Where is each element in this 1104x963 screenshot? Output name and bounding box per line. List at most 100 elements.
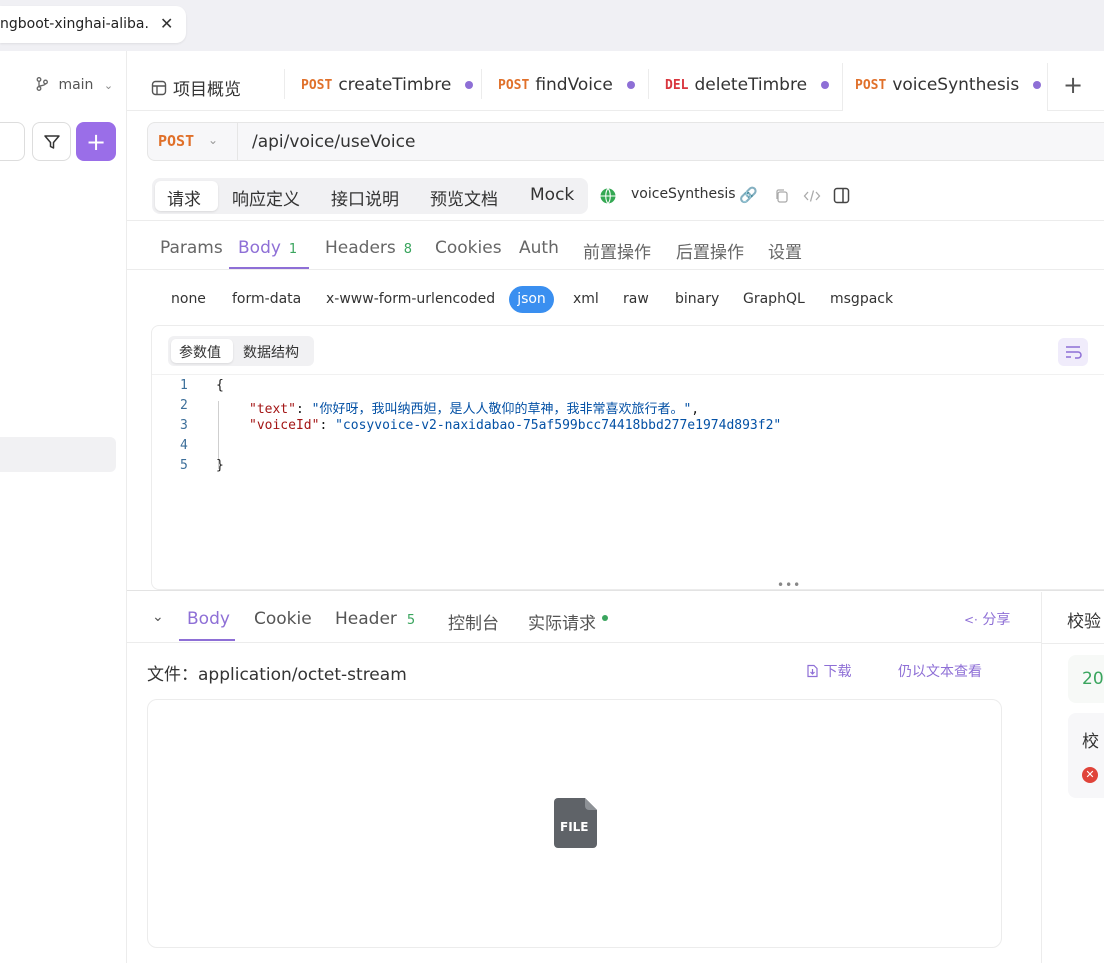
segment-mock[interactable]: Mock — [530, 185, 574, 205]
view-as-text-button[interactable]: 仍以文本查看 — [898, 661, 982, 681]
body-type-graphql[interactable]: GraphQL — [743, 291, 805, 307]
tab-createTimbre[interactable]: POST createTimbre — [301, 75, 473, 95]
code-line[interactable]: } — [216, 458, 224, 473]
branch-name: main — [58, 77, 93, 93]
divider — [1042, 643, 1104, 644]
file-preview: FILE — [147, 699, 1002, 948]
close-icon[interactable]: ✕ — [160, 14, 173, 33]
segment-request[interactable]: 请求 — [167, 185, 201, 210]
validation-subtitle: 校 — [1082, 727, 1099, 752]
body-type-none[interactable]: none — [171, 291, 206, 307]
line-number: 3 — [180, 418, 188, 433]
mode-param-values[interactable]: 参数值 — [179, 342, 221, 362]
sidebar-search-input[interactable] — [0, 122, 25, 161]
body-type-binary[interactable]: binary — [675, 291, 719, 307]
url-bar: POST ⌄ /api/voice/useVoice — [147, 122, 1104, 161]
body-type-form-data[interactable]: form-data — [232, 291, 301, 307]
validation-divider — [1041, 592, 1042, 963]
plus-icon: + — [86, 130, 106, 154]
copy-icon[interactable] — [774, 188, 790, 204]
browser-tab-strip: ngboot-xinghai-aliba... ✕ — [0, 0, 1104, 51]
body-type-msgpack[interactable]: msgpack — [830, 291, 893, 307]
validation-title: 校验 — [1067, 607, 1101, 632]
response-tab-cookie[interactable]: Cookie — [254, 609, 312, 629]
filter-button[interactable] — [32, 122, 71, 161]
sidebar-toggle-icon[interactable] — [833, 187, 850, 204]
browser-tab[interactable]: ngboot-xinghai-aliba... ✕ — [0, 6, 186, 43]
line-number: 1 — [180, 378, 188, 393]
add-button[interactable]: + — [76, 122, 116, 161]
link-icon[interactable]: 🔗 — [739, 186, 758, 204]
response-tab-actual-request[interactable]: 实际请求 — [528, 609, 608, 634]
line-number: 5 — [180, 458, 188, 473]
code-icon[interactable] — [803, 188, 821, 204]
tab-post-operations[interactable]: 后置操作 — [676, 238, 744, 263]
tab-deleteTimbre[interactable]: DEL deleteTimbre — [665, 75, 829, 95]
request-segments: 请求 响应定义 接口说明 预览文档 Mock — [152, 178, 588, 214]
response-tab-body[interactable]: Body — [187, 609, 230, 629]
branch-icon — [36, 77, 52, 93]
url-input[interactable]: /api/voice/useVoice — [252, 132, 415, 152]
tab-pre-operations[interactable]: 前置操作 — [583, 238, 651, 263]
body-editor: 参数值 数据结构 1 2 3 4 5 { "text": "你好呀，我叫纳西妲，… — [151, 325, 1104, 590]
body-count-badge: 1 — [289, 242, 297, 257]
body-type-json[interactable]: json — [509, 286, 554, 313]
tab-project-overview[interactable]: 项目概览 — [151, 75, 241, 100]
response-tab-header[interactable]: Header5 — [335, 609, 415, 629]
method-badge: POST — [855, 78, 886, 93]
tab-divider — [284, 69, 285, 99]
method-badge: DEL — [665, 78, 688, 93]
tab-body[interactable]: Body1 — [238, 238, 297, 258]
method-badge: POST — [301, 78, 332, 93]
download-button[interactable]: 下载 — [806, 661, 851, 681]
body-type-xml[interactable]: xml — [573, 291, 599, 307]
code-line[interactable]: { — [216, 378, 224, 393]
wrap-lines-button[interactable] — [1058, 338, 1088, 366]
method-badge: POST — [498, 78, 529, 93]
tab-auth[interactable]: Auth — [519, 238, 559, 258]
body-type-raw[interactable]: raw — [623, 291, 649, 307]
unsaved-dot — [1033, 81, 1041, 89]
unsaved-dot — [821, 81, 829, 89]
tab-label: findVoice — [535, 75, 613, 95]
share-icon: <· — [964, 613, 978, 627]
response-tab-console[interactable]: 控制台 — [448, 609, 499, 634]
headers-count-badge: 8 — [404, 242, 412, 257]
tab-divider — [648, 69, 649, 99]
status-dot — [602, 615, 608, 621]
tab-settings[interactable]: 设置 — [768, 238, 802, 263]
segment-api-description[interactable]: 接口说明 — [331, 185, 399, 210]
tab-params[interactable]: Params — [160, 238, 223, 258]
editor-mode-toggle: 参数值 数据结构 — [168, 336, 314, 366]
tab-label: deleteTimbre — [694, 75, 807, 95]
share-button[interactable]: <· 分享 — [964, 609, 1010, 629]
tab-headers[interactable]: Headers8 — [325, 238, 412, 258]
editor-divider — [152, 374, 1104, 375]
collapse-chevron-icon[interactable]: ⌄ — [152, 609, 164, 625]
drag-handle-icon[interactable]: ••• — [777, 578, 801, 592]
line-number: 4 — [180, 438, 188, 453]
tab-voiceSynthesis[interactable]: POST voiceSynthesis — [855, 75, 1041, 95]
code-line[interactable]: "text": "你好呀，我叫纳西妲，是人人敬仰的草神，我非常喜欢旅行者。", — [249, 398, 699, 417]
panel-resize-handle[interactable] — [127, 590, 1104, 591]
tab-cookies[interactable]: Cookies — [435, 238, 502, 258]
new-tab-button[interactable]: + — [1063, 71, 1083, 99]
url-divider — [237, 123, 238, 160]
tab-label: voiceSynthesis — [892, 75, 1019, 95]
plus-icon: + — [1063, 71, 1083, 99]
method-select[interactable]: POST — [158, 132, 194, 150]
mode-data-structure[interactable]: 数据结构 — [243, 342, 299, 362]
branch-selector[interactable]: main ⌄ — [36, 77, 113, 93]
download-icon — [806, 664, 819, 678]
code-line[interactable]: "voiceId": "cosyvoice-v2-naxidabao-75af5… — [249, 418, 781, 433]
divider — [127, 220, 1104, 221]
body-type-urlencoded[interactable]: x-www-form-urlencoded — [326, 291, 495, 307]
chevron-down-icon[interactable]: ⌄ — [208, 133, 218, 147]
sidebar-selected-item[interactable] — [0, 437, 116, 472]
unsaved-dot — [465, 81, 473, 89]
segment-response-definition[interactable]: 响应定义 — [232, 185, 300, 210]
segment-preview-docs[interactable]: 预览文档 — [430, 185, 498, 210]
request-tabs: 项目概览 POST createTimbre POST findVoice DE… — [127, 51, 1104, 111]
file-icon-label: FILE — [560, 820, 589, 834]
tab-findVoice[interactable]: POST findVoice — [498, 75, 635, 95]
